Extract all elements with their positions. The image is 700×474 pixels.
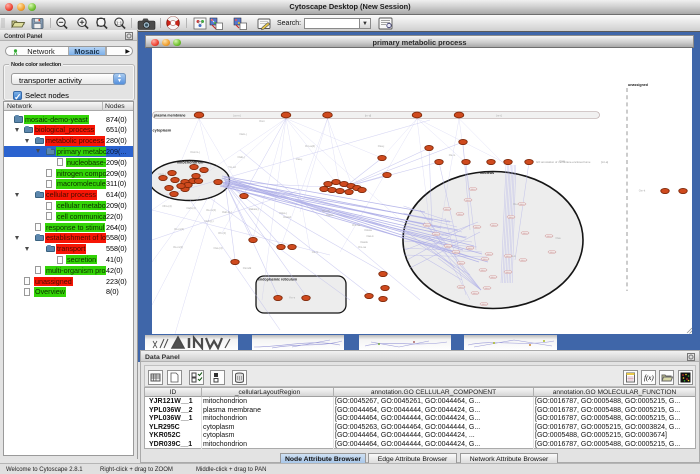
svg-text:mitochondrion: mitochondrion bbox=[177, 161, 204, 165]
svg-text:[cs-m]: [cs-m] bbox=[233, 114, 241, 118]
svg-text:YBR02: YBR02 bbox=[474, 227, 482, 229]
svg-text:YBR02: YBR02 bbox=[484, 288, 492, 290]
svg-text:Om-sa: Om-sa bbox=[352, 223, 361, 227]
svg-text:Osksa: Osksa bbox=[364, 228, 372, 232]
svg-text:Oslo-j: Oslo-j bbox=[237, 155, 244, 159]
svg-text:YBR02: YBR02 bbox=[445, 246, 453, 248]
svg-text:Os-m(4): Os-m(4) bbox=[173, 245, 183, 249]
svg-text:[m-t]: [m-t] bbox=[496, 114, 502, 118]
svg-text:Os-m(4): Os-m(4) bbox=[206, 208, 216, 212]
svg-text:Oah-s(-): Oah-s(-) bbox=[222, 210, 232, 214]
svg-text:unassigned: unassigned bbox=[628, 83, 648, 87]
svg-text:Oakss(-): Oakss(-) bbox=[249, 207, 259, 211]
svg-text:Osa: Osa bbox=[556, 236, 561, 240]
svg-text:YBR02: YBR02 bbox=[520, 260, 528, 262]
svg-text:[mt-a]: [mt-a] bbox=[601, 160, 608, 164]
svg-text:f(x): f(x) bbox=[644, 374, 654, 382]
svg-text:YBR02: YBR02 bbox=[490, 277, 498, 279]
svg-text:Osm-j: Osm-j bbox=[158, 172, 166, 176]
svg-text:Oas-k: Oas-k bbox=[366, 234, 374, 238]
svg-text:Oss-(4): Oss-(4) bbox=[214, 246, 223, 250]
svg-text:Osm: Osm bbox=[259, 119, 265, 123]
svg-text:YBR02: YBR02 bbox=[549, 252, 557, 254]
svg-text:YBR02: YBR02 bbox=[458, 263, 466, 265]
svg-text:Om-sa: Om-sa bbox=[358, 245, 367, 249]
svg-text:YBR02: YBR02 bbox=[508, 217, 516, 219]
svg-text:YBR02: YBR02 bbox=[522, 233, 530, 235]
svg-text:YBR02: YBR02 bbox=[505, 256, 513, 258]
svg-text:cytoplasm: cytoplasm bbox=[153, 129, 172, 133]
svg-text:Oam-j: Oam-j bbox=[239, 132, 247, 136]
svg-text:YBR02: YBR02 bbox=[453, 252, 461, 254]
svg-text:nucleus: nucleus bbox=[480, 171, 494, 175]
svg-text:Om-k: Om-k bbox=[639, 189, 646, 193]
svg-text:Osmdk: Osmdk bbox=[243, 266, 252, 270]
svg-text:Os-m(4): Os-m(4) bbox=[174, 227, 184, 231]
svg-text:Oassk: Oassk bbox=[360, 240, 368, 244]
svg-text:Osks-j: Osks-j bbox=[279, 211, 287, 215]
svg-text:YBR02: YBR02 bbox=[546, 236, 554, 238]
svg-text:GO annotation of membrane-encl: GO annotation of membrane-enclosed lume bbox=[536, 160, 591, 164]
svg-text:Oasm-: Oasm- bbox=[326, 213, 334, 217]
svg-text:Oh-(4): Oh-(4) bbox=[218, 231, 226, 235]
svg-text:Oassd: Oassd bbox=[283, 215, 291, 219]
svg-text:Osa-j: Osa-j bbox=[378, 144, 385, 148]
svg-text:[m-d]: [m-d] bbox=[365, 114, 371, 118]
svg-text:plasma membrane: plasma membrane bbox=[154, 114, 186, 118]
svg-text:Osmm-j: Osmm-j bbox=[190, 150, 200, 154]
svg-text:Osb-j(-): Osb-j(-) bbox=[204, 219, 213, 223]
svg-text:Os-mk: Os-mk bbox=[322, 209, 331, 213]
svg-text:YBR02: YBR02 bbox=[470, 189, 478, 191]
svg-text:YBR02: YBR02 bbox=[480, 270, 488, 272]
svg-text:YBR02: YBR02 bbox=[433, 234, 441, 236]
svg-text:YBR02: YBR02 bbox=[472, 293, 480, 295]
svg-text:Os-m: Os-m bbox=[312, 250, 319, 254]
svg-text:YBR02: YBR02 bbox=[519, 204, 527, 206]
svg-text:YBR02: YBR02 bbox=[458, 287, 466, 289]
svg-text:endoplasmic reticulum: endoplasmic reticulum bbox=[258, 278, 297, 282]
svg-text:YBR02: YBR02 bbox=[505, 272, 513, 274]
svg-text:YBR02: YBR02 bbox=[444, 209, 452, 211]
svg-text:YBR02: YBR02 bbox=[465, 200, 473, 202]
svg-text:Oho-(4): Oho-(4) bbox=[162, 204, 171, 208]
svg-text:Ym-s2: Ym-s2 bbox=[228, 165, 236, 169]
svg-text:YBR02: YBR02 bbox=[424, 225, 432, 227]
svg-text:YBR02: YBR02 bbox=[467, 248, 475, 250]
svg-text:Oah-(4): Oah-(4) bbox=[186, 206, 195, 210]
svg-text:Om-a(4): Om-a(4) bbox=[305, 144, 315, 148]
svg-text:Oas-j: Oas-j bbox=[296, 157, 303, 161]
svg-text:YBR02: YBR02 bbox=[491, 225, 499, 227]
svg-text:1:1: 1:1 bbox=[116, 20, 123, 25]
svg-text:YBR02: YBR02 bbox=[457, 214, 465, 216]
svg-text:YBR02: YBR02 bbox=[486, 254, 494, 256]
svg-text:Os-m: Os-m bbox=[449, 153, 456, 157]
svg-text:YBR02: YBR02 bbox=[481, 304, 489, 306]
svg-text:Ym-s: Ym-s bbox=[289, 296, 296, 300]
svg-text:YBR02: YBR02 bbox=[482, 259, 490, 261]
